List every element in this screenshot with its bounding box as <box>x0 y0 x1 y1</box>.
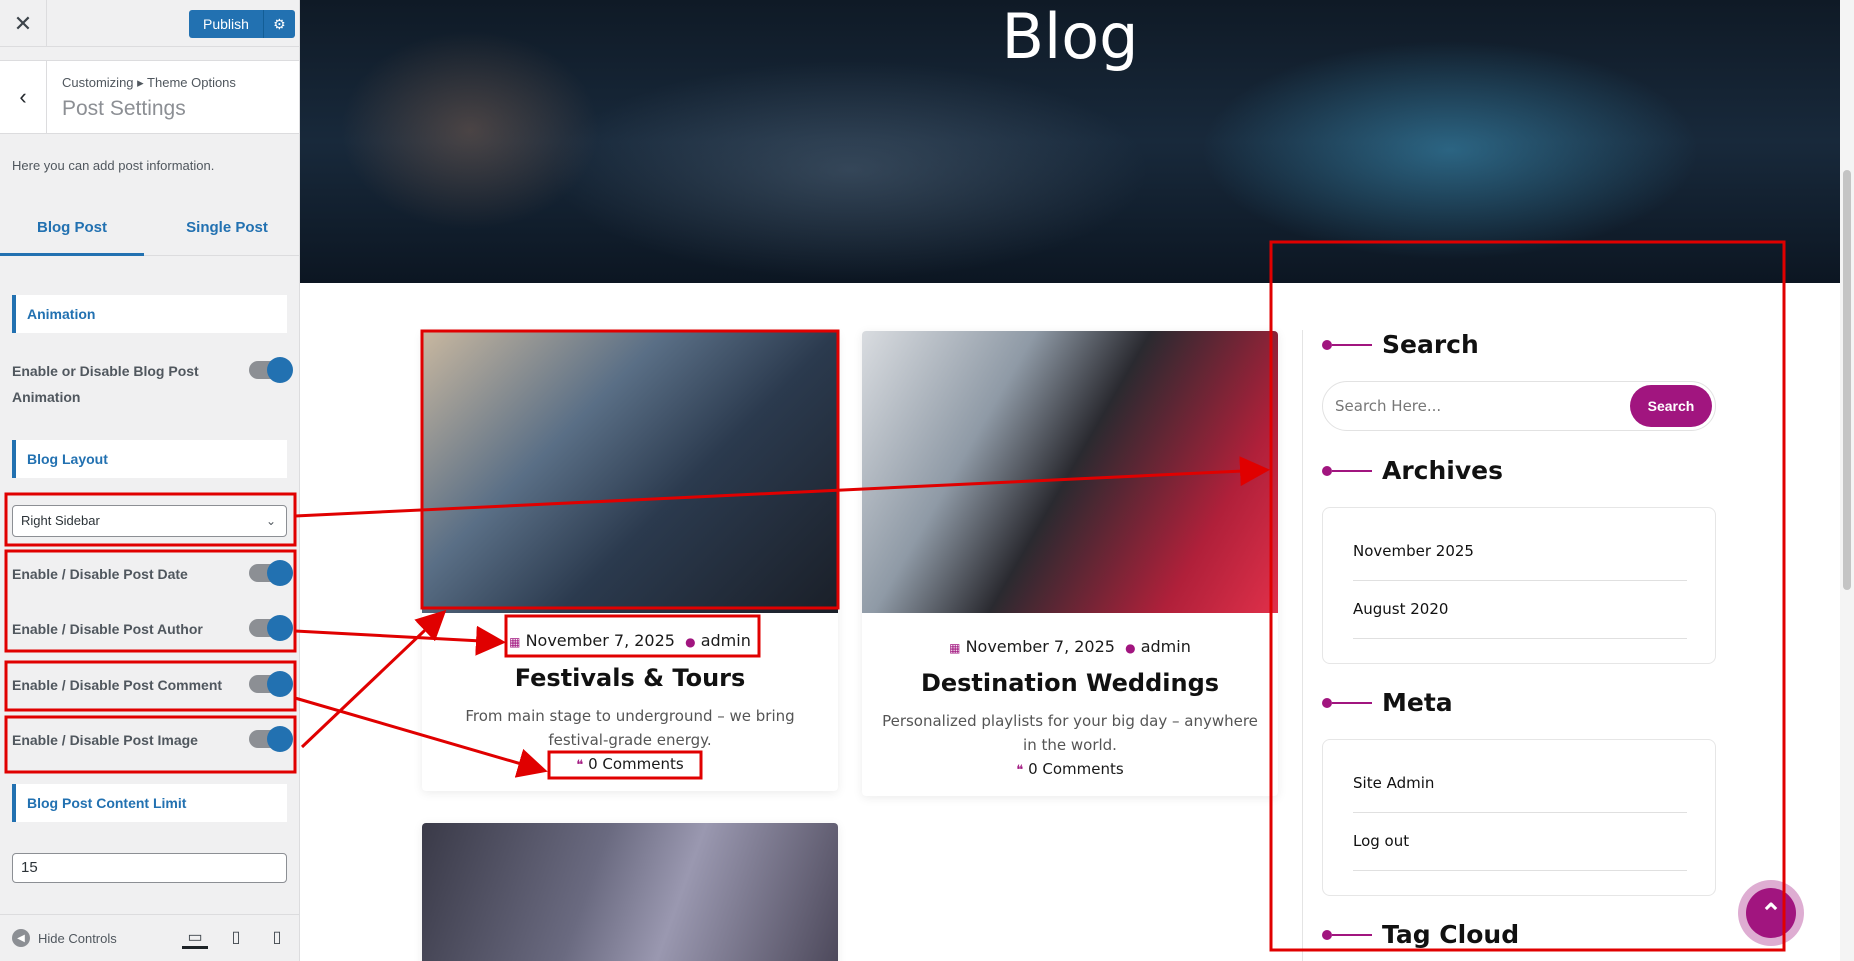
hero-banner: Blog <box>300 0 1840 283</box>
post-title[interactable]: Festivals & Tours <box>422 664 838 692</box>
toggle-animation[interactable] <box>249 357 293 383</box>
section-description: Here you can add post information. <box>12 158 215 173</box>
close-customizer-button[interactable]: ✕ <box>0 0 47 47</box>
gear-icon: ⚙ <box>273 15 286 32</box>
toggle-label-post-date: Enable / Disable Post Date <box>12 566 188 582</box>
comments-icon: ❝ <box>576 758 584 773</box>
page-title: Blog <box>1001 0 1139 73</box>
post-meta: ▦ November 7, 2025 ● admin <box>422 631 838 650</box>
widget-heading-search: Search <box>1322 330 1479 359</box>
archives-list: November 2025 August 2020 <box>1322 507 1716 664</box>
user-icon: ● <box>1125 641 1136 655</box>
post-comments[interactable]: ❝ 0 Comments <box>862 760 1278 778</box>
section-header: ‹ Customizing ▸ Theme Options Post Setti… <box>0 60 299 134</box>
toggle-label-post-author: Enable / Disable Post Author <box>12 621 203 637</box>
desktop-icon: ▭ <box>187 929 203 946</box>
collapse-icon: ◀ <box>12 929 30 947</box>
publish-group: Publish ⚙ <box>189 10 295 38</box>
post-title[interactable]: Destination Weddings <box>862 669 1278 697</box>
customizer-header-bar: ✕ Publish ⚙ <box>0 0 299 47</box>
post-tabs: Blog Post Single Post <box>0 200 299 256</box>
post-image[interactable] <box>422 823 838 961</box>
blog-layout-value: Right Sidebar <box>21 513 100 528</box>
toggle-post-image[interactable] <box>249 726 293 752</box>
section-blog-layout: Blog Layout <box>12 440 287 478</box>
calendar-icon: ▦ <box>949 641 961 655</box>
toggle-label-post-image: Enable / Disable Post Image <box>12 732 198 748</box>
comments-count: 0 Comments <box>588 755 684 773</box>
scrollbar-thumb[interactable] <box>1843 170 1851 590</box>
back-button[interactable]: ‹ <box>0 61 47 133</box>
toggle-post-date[interactable] <box>249 560 293 586</box>
mobile-icon: ▯ <box>272 929 282 946</box>
post-image[interactable] <box>862 331 1278 613</box>
tab-single-post[interactable]: Single Post <box>155 200 299 256</box>
post-meta: ▦ November 7, 2025 ● admin <box>862 637 1278 656</box>
post-date[interactable]: November 7, 2025 <box>966 637 1115 656</box>
meta-list: Site Admin Log out <box>1322 739 1716 896</box>
toggle-knob <box>267 726 293 752</box>
site-preview: Blog ▦ November 7, 2025 ● admin Festival… <box>300 0 1840 961</box>
tablet-icon: ▯ <box>231 929 241 946</box>
search-button[interactable]: Search <box>1630 385 1712 427</box>
toggle-knob <box>267 615 293 641</box>
meta-link[interactable]: Site Admin <box>1353 774 1687 792</box>
double-chevron-up-icon: ⌃ <box>1746 888 1796 938</box>
post-excerpt: From main stage to underground – we brin… <box>465 707 795 749</box>
section-animation: Animation <box>12 295 287 333</box>
customizer-footer: ◀ Hide Controls ▭ ▯ ▯ <box>0 914 299 961</box>
post-author[interactable]: admin <box>1141 637 1191 656</box>
mobile-preview-button[interactable]: ▯ <box>264 927 290 949</box>
hide-controls-label: Hide Controls <box>38 930 117 946</box>
chevron-down-icon: ⌄ <box>265 514 276 528</box>
section-content-limit: Blog Post Content Limit <box>12 784 287 822</box>
breadcrumb: Customizing ▸ Theme Options <box>62 75 236 90</box>
publish-button[interactable]: Publish <box>189 10 263 38</box>
post-card: ▦ November 7, 2025 ● admin Festivals & T… <box>422 331 838 791</box>
toggle-knob <box>267 671 293 697</box>
post-date[interactable]: November 7, 2025 <box>526 631 675 650</box>
user-icon: ● <box>685 635 696 649</box>
search-placeholder: Search Here... <box>1335 397 1442 415</box>
hide-controls-button[interactable]: ◀ Hide Controls <box>12 929 117 947</box>
post-comments[interactable]: ❝ 0 Comments <box>422 755 838 773</box>
widget-heading-archives: Archives <box>1322 456 1503 485</box>
publish-settings-button[interactable]: ⚙ <box>262 10 295 38</box>
toggle-knob <box>267 357 293 383</box>
calendar-icon: ▦ <box>509 635 521 649</box>
toggle-knob <box>267 560 293 586</box>
post-author[interactable]: admin <box>701 631 751 650</box>
desktop-preview-button[interactable]: ▭ <box>182 927 208 949</box>
toggle-post-comment[interactable] <box>249 671 293 697</box>
comments-icon: ❝ <box>1016 763 1024 778</box>
page-scrollbar[interactable] <box>1840 0 1854 961</box>
close-icon: ✕ <box>13 10 33 36</box>
blog-layout-select[interactable]: Right Sidebar ⌄ <box>12 505 287 537</box>
post-card <box>422 823 838 961</box>
scroll-to-top-button[interactable]: ⌃ <box>1738 880 1804 946</box>
widget-heading-meta: Meta <box>1322 688 1453 717</box>
section-title: Post Settings <box>62 97 186 120</box>
toggle-label-animation: Enable or Disable Blog Post Animation <box>12 363 199 405</box>
meta-link[interactable]: Log out <box>1353 832 1687 850</box>
post-image[interactable] <box>422 331 838 613</box>
archive-link[interactable]: August 2020 <box>1353 600 1687 618</box>
widget-heading-tag-cloud: Tag Cloud <box>1322 920 1519 949</box>
tablet-preview-button[interactable]: ▯ <box>223 927 249 949</box>
customizer-panel: ✕ Publish ⚙ ‹ Customizing ▸ Theme Option… <box>0 0 300 961</box>
post-excerpt: Personalized playlists for your big day … <box>882 712 1258 754</box>
post-card: ▦ November 7, 2025 ● admin Destination W… <box>862 331 1278 796</box>
toggle-label-post-comment: Enable / Disable Post Comment <box>12 677 223 693</box>
toggle-post-author[interactable] <box>249 615 293 641</box>
content-limit-input[interactable]: 15 <box>12 853 287 883</box>
back-arrow-icon: ‹ <box>19 84 27 109</box>
tab-blog-post[interactable]: Blog Post <box>0 200 144 256</box>
comments-count: 0 Comments <box>1028 760 1124 778</box>
archive-link[interactable]: November 2025 <box>1353 542 1687 560</box>
